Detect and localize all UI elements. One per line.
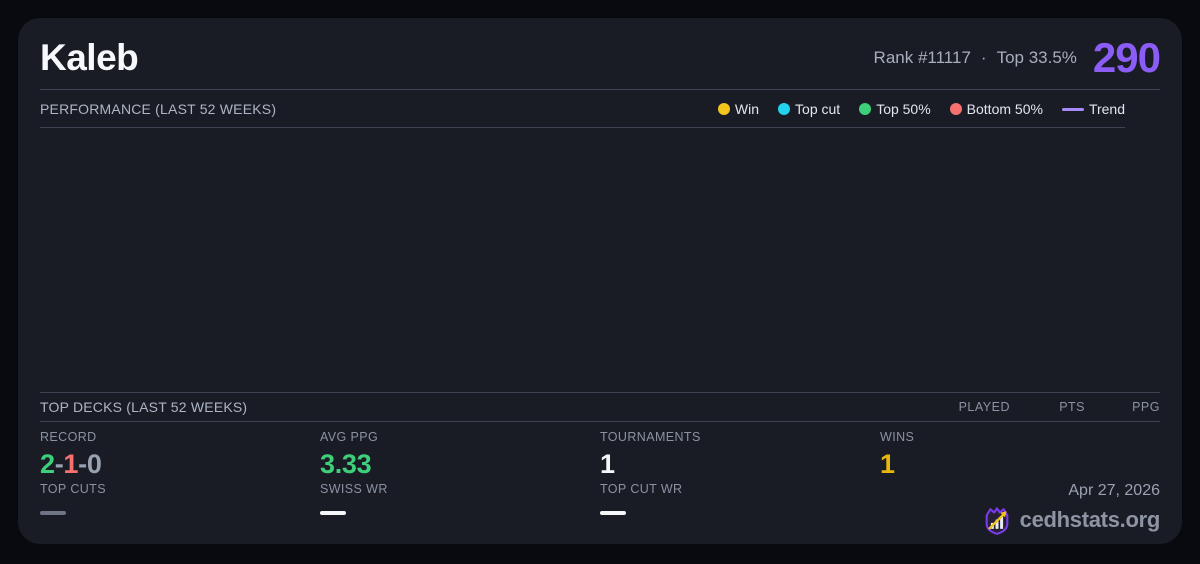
avg-ppg-label: AVG PPG: [320, 430, 379, 444]
top-percent-label: Top 33.5%: [996, 48, 1077, 68]
stat-top-cuts: TOP CUTS: [40, 482, 320, 534]
page-background: Kaleb Rank #11117 · Top 33.5% 290 PERFOR…: [0, 0, 1200, 564]
column-header-ppg: PPG: [1132, 400, 1160, 414]
footer-meta: Apr 27, 2026 cedhstats.org: [880, 482, 1160, 536]
rank-label: Rank #11117: [873, 48, 971, 68]
stat-record: RECORD 2-1-0: [40, 430, 320, 482]
rank-group: Rank #11117 · Top 33.5%: [874, 48, 1077, 68]
stat-top-cut-wr: TOP CUT WR: [600, 482, 880, 534]
record-losses: 1: [63, 449, 79, 479]
top-cuts-label: TOP CUTS: [40, 482, 106, 496]
legend-item-win: Win: [717, 101, 760, 118]
score-value: 290: [1092, 34, 1161, 82]
top-decks-header: TOP DECKS (LAST 52 WEEKS) PLAYED PTS PPG: [40, 392, 1160, 422]
legend-label-top-cut: Top cut: [795, 101, 841, 118]
header-right: Rank #11117 · Top 33.5% 290: [874, 34, 1161, 82]
avg-ppg-value: 3.33: [320, 449, 372, 479]
legend-label-trend: Trend: [1088, 101, 1125, 118]
legend-label-bottom-50: Bottom 50%: [966, 101, 1043, 118]
player-name: Kaleb: [40, 37, 139, 78]
brand-name: cedhstats.org: [1019, 507, 1161, 532]
top-decks-columns: PLAYED PTS PPG: [935, 400, 1160, 414]
record-separator-2: -: [78, 449, 87, 479]
legend-item-top-cut: Top cut: [778, 101, 840, 117]
player-stats-card: Kaleb Rank #11117 · Top 33.5% 290 PERFOR…: [18, 18, 1182, 544]
swiss-wr-value-dash: [320, 511, 346, 515]
dot-separator: ·: [980, 48, 987, 68]
record-draws: 0: [86, 449, 102, 479]
legend-label-top-50: Top 50%: [876, 101, 931, 118]
tournaments-value: 1: [600, 449, 615, 479]
trend-line-icon: [1061, 107, 1084, 111]
chart-legend: Win Top cut Top 50% Bottom 50% Trend: [717, 101, 1125, 118]
stat-tournaments: TOURNAMENTS 1: [600, 430, 880, 482]
legend-item-bottom-50: Bottom 50%: [949, 101, 1043, 118]
date-label: Apr 27, 2026: [1068, 482, 1160, 499]
record-wins: 2: [40, 449, 55, 479]
performance-chart-area: [40, 128, 1160, 392]
top-50-dot-icon: [859, 103, 872, 116]
stat-wins: WINS 1: [880, 430, 1160, 482]
legend-label-win: Win: [734, 101, 760, 118]
legend-item-top-50: Top 50%: [859, 101, 931, 118]
bottom-50-dot-icon: [949, 103, 962, 116]
performance-header: PERFORMANCE (LAST 52 WEEKS) Win Top cut …: [40, 90, 1125, 129]
swiss-wr-label: SWISS WR: [320, 482, 388, 496]
column-header-played: PLAYED: [958, 400, 1010, 414]
stat-avg-ppg: AVG PPG 3.33: [320, 430, 600, 482]
card-header: Kaleb Rank #11117 · Top 33.5% 290: [40, 34, 1161, 91]
column-header-pts: PTS: [1059, 400, 1085, 414]
record-value: 2-1-0: [40, 450, 320, 478]
win-dot-icon: [717, 103, 730, 116]
tournaments-label: TOURNAMENTS: [600, 430, 701, 444]
stat-swiss-wr: SWISS WR: [320, 482, 600, 534]
stats-grid: RECORD 2-1-0 AVG PPG 3.33 TOURNAMENTS 1 …: [40, 430, 1160, 536]
brand-row: cedhstats.org: [982, 504, 1160, 536]
record-label: RECORD: [40, 430, 97, 444]
performance-section-title: PERFORMANCE (LAST 52 WEEKS): [40, 101, 277, 118]
top-cut-wr-value-dash: [600, 511, 626, 515]
wins-value: 1: [880, 449, 895, 479]
legend-item-trend: Trend: [1061, 101, 1125, 118]
top-cuts-value-dash: [40, 511, 66, 515]
cedhstats-logo-icon: [982, 504, 1012, 536]
top-cut-dot-icon: [778, 103, 791, 116]
top-decks-section-title: TOP DECKS (LAST 52 WEEKS): [40, 399, 248, 415]
wins-label: WINS: [880, 430, 915, 444]
top-cut-wr-label: TOP CUT WR: [600, 482, 683, 496]
